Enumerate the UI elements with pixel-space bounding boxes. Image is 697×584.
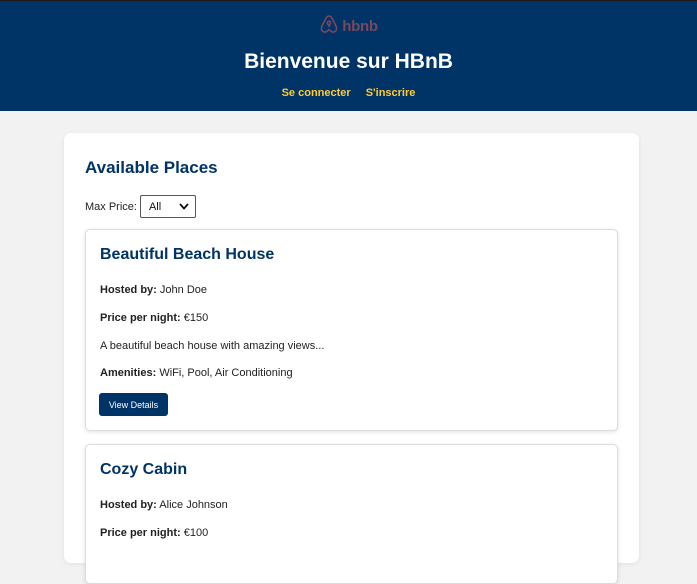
page-title: Bienvenue sur HBnB bbox=[244, 50, 453, 73]
login-link[interactable]: Se connecter bbox=[282, 87, 351, 99]
places-panel: Available Places Max Price: All Beautifu… bbox=[64, 133, 639, 584]
view-details-button[interactable]: View Details bbox=[99, 393, 168, 416]
price-value: €150 bbox=[183, 312, 209, 324]
chevron-down-icon bbox=[179, 201, 189, 213]
place-host: Hosted by: Alice Johnson bbox=[100, 499, 228, 511]
register-link[interactable]: S'inscrire bbox=[366, 87, 416, 99]
host-value: Alice Johnson bbox=[159, 499, 228, 511]
price-filter: Max Price: All bbox=[85, 195, 196, 218]
place-description: A beautiful beach house with amazing vie… bbox=[100, 340, 325, 352]
host-label: Hosted by: bbox=[100, 284, 157, 296]
place-title: Beautiful Beach House bbox=[100, 246, 275, 263]
place-price: Price per night: €100 bbox=[100, 527, 208, 539]
header-nav: Se connecter S'inscrire bbox=[0, 87, 697, 99]
airbnb-logo-icon bbox=[319, 14, 339, 39]
price-filter-label: Max Price: bbox=[85, 200, 137, 213]
place-title: Cozy Cabin bbox=[100, 461, 188, 478]
place-amenities: Amenities: WiFi, Pool, Air Conditioning bbox=[100, 367, 293, 379]
price-label: Price per night: bbox=[100, 527, 181, 539]
place-card: Beautiful Beach House Hosted by: John Do… bbox=[85, 229, 618, 431]
amenities-value: WiFi, Pool, Air Conditioning bbox=[159, 367, 293, 379]
host-label: Hosted by: bbox=[100, 499, 157, 511]
logo[interactable]: hbnb bbox=[0, 14, 697, 39]
price-value: €100 bbox=[183, 527, 209, 539]
price-filter-value: All bbox=[148, 200, 162, 213]
place-card: Cozy Cabin Hosted by: Alice Johnson Pric… bbox=[85, 444, 618, 584]
price-filter-select[interactable]: All bbox=[139, 195, 196, 218]
logo-text: hbnb bbox=[342, 18, 378, 35]
section-title: Available Places bbox=[85, 158, 218, 177]
price-label: Price per night: bbox=[100, 312, 181, 324]
amenities-label: Amenities: bbox=[100, 367, 157, 379]
site-header: hbnb Bienvenue sur HBnB Se connecter S'i… bbox=[0, 0, 697, 111]
place-host: Hosted by: John Doe bbox=[100, 284, 207, 296]
place-price: Price per night: €150 bbox=[100, 312, 208, 324]
host-value: John Doe bbox=[159, 284, 207, 296]
